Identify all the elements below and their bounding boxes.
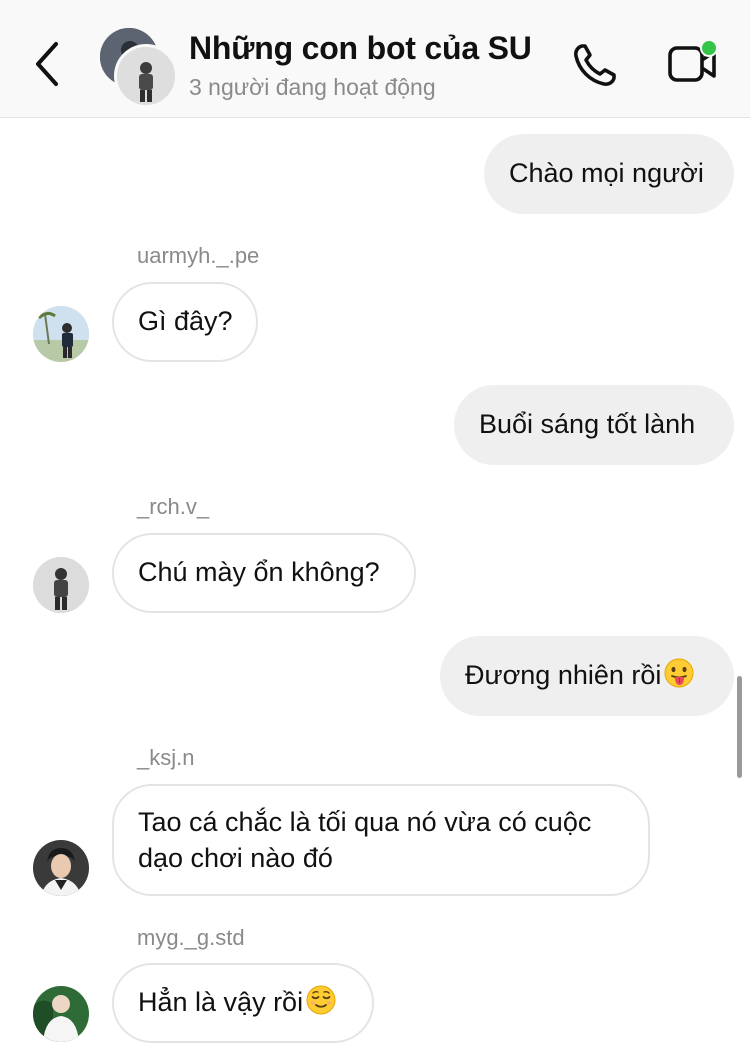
chat-header: Những con bot của SU 3 người đang hoạt đ… xyxy=(0,0,750,118)
message-text: Đương nhiên rồi xyxy=(465,660,662,690)
video-call-button[interactable] xyxy=(666,38,722,88)
member-avatar-front xyxy=(114,44,178,108)
chat-title[interactable]: Những con bot của SU xyxy=(189,30,532,67)
group-avatar[interactable] xyxy=(100,28,178,108)
message-bubble-incoming[interactable]: Tao cá chắc là tối qua nó vừa có cuộc dạ… xyxy=(112,784,650,896)
message-bubble-outgoing[interactable]: Chào mọi người xyxy=(484,134,734,214)
message-bubble-outgoing[interactable]: Buổi sáng tốt lành xyxy=(454,385,734,465)
avatar[interactable] xyxy=(33,306,89,362)
message-text: Buổi sáng tốt lành xyxy=(479,409,696,439)
message-bubble-incoming[interactable]: Hẳn là vậy rồi xyxy=(112,963,374,1043)
sender-name: _ksj.n xyxy=(137,745,195,770)
voice-call-button[interactable] xyxy=(570,40,620,90)
sender-name: uarmyh._.pe xyxy=(137,243,260,268)
message-text: Chào mọi người xyxy=(509,158,704,188)
tongue-out-emoji-icon xyxy=(663,657,695,698)
sender-name: myg._g.std xyxy=(137,925,245,950)
video-camera-icon xyxy=(668,39,718,82)
avatar[interactable] xyxy=(33,986,89,1042)
message-bubble-incoming[interactable]: Chú mày ổn không? xyxy=(112,533,416,613)
avatar[interactable] xyxy=(33,840,89,896)
phone-icon xyxy=(574,44,616,86)
chat-screen: Những con bot của SU 3 người đang hoạt đ… xyxy=(0,0,750,1064)
message-text: Hẳn là vậy rồi xyxy=(138,987,304,1017)
message-text-line: dạo chơi nào đó xyxy=(138,843,333,873)
relieved-face-emoji-icon xyxy=(305,984,337,1025)
message-bubble-outgoing[interactable]: Đương nhiên rồi xyxy=(440,636,734,716)
online-indicator xyxy=(700,39,718,57)
avatar[interactable] xyxy=(33,557,89,613)
message-bubble-incoming[interactable]: Gì đây? xyxy=(112,282,258,362)
message-text: Gì đây? xyxy=(138,306,233,336)
active-status: 3 người đang hoạt động xyxy=(189,74,436,100)
chevron-left-icon xyxy=(36,42,58,86)
back-button[interactable] xyxy=(28,38,68,90)
scrollbar-thumb[interactable] xyxy=(737,676,742,778)
sender-name: _rch.v_ xyxy=(137,494,210,519)
message-text-line: Tao cá chắc là tối qua nó vừa có cuộc xyxy=(138,807,592,837)
message-text: Chú mày ổn không? xyxy=(138,557,380,587)
